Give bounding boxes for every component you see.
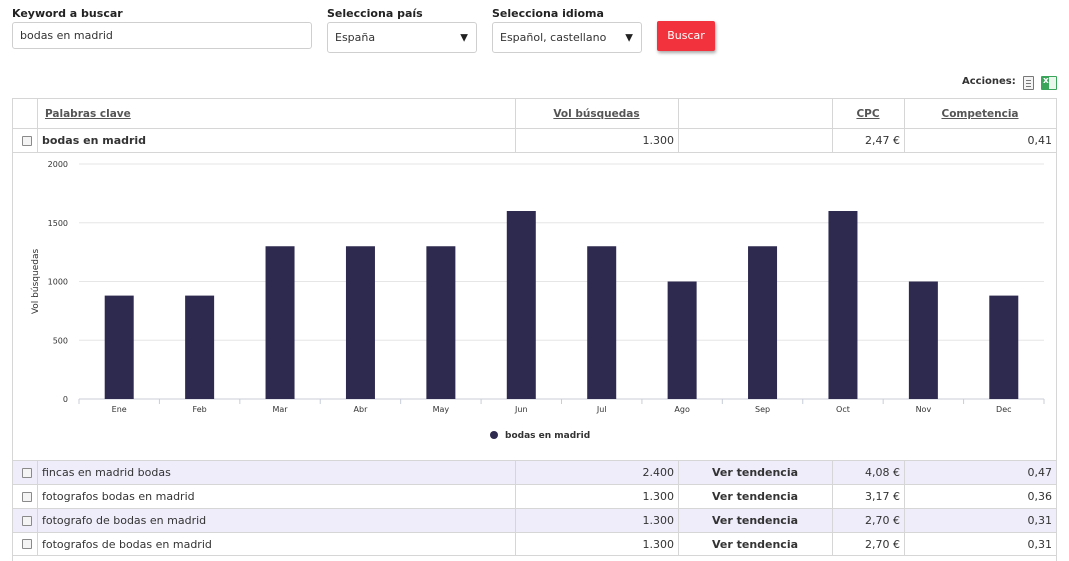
row-competition: 0,31: [1027, 514, 1053, 527]
x-tick-label: Sep: [755, 405, 770, 414]
legend-label: bodas en madrid: [505, 431, 590, 441]
x-tick-label: Ago: [674, 405, 690, 414]
row-competition: 0,31: [1027, 537, 1053, 551]
row-volume: 1.300: [642, 490, 675, 503]
x-tick-label: Mar: [272, 405, 288, 414]
y-tick-label: 500: [53, 336, 68, 345]
bar: [989, 295, 1019, 399]
chevron-down-icon: ▼: [625, 32, 633, 43]
bar: [506, 211, 536, 399]
keywords-table: Palabras clave Vol búsquedas CPC Compete…: [12, 98, 1057, 561]
bar: [104, 295, 134, 399]
row-keyword: fotografos bodas en madrid: [42, 490, 195, 503]
excel-icon[interactable]: x: [1041, 76, 1057, 90]
header-trend: [678, 99, 832, 128]
y-tick-label: 1500: [48, 219, 68, 228]
header-keywords[interactable]: Palabras clave: [45, 99, 505, 128]
table-row[interactable]: fotografos de bodas en madrid 1.300 Ver te…: [13, 532, 1056, 556]
country-selected-value: España: [335, 31, 376, 44]
country-select[interactable]: España ▼: [327, 22, 477, 53]
header-volume[interactable]: Vol búsquedas: [515, 99, 678, 128]
y-tick-label: 0: [63, 395, 68, 404]
row-cpc: 2,47 €: [865, 134, 900, 147]
row-cpc: 4,08 €: [865, 466, 900, 479]
row-trend: [678, 129, 832, 152]
x-tick-label: Ene: [112, 405, 127, 414]
row-keyword: fotografos de bodas en madrid: [42, 537, 212, 551]
bar: [667, 281, 697, 399]
language-select[interactable]: Español, castellano ▼: [492, 22, 642, 53]
table-row-expanded[interactable]: bodas en madrid 1.300 2,47 € 0,41: [13, 128, 1056, 152]
header-cpc[interactable]: CPC: [832, 99, 904, 128]
row-competition: 0,36: [1027, 490, 1053, 503]
row-checkbox[interactable]: [22, 135, 32, 146]
x-tick-label: Oct: [836, 405, 850, 414]
x-tick-label: Abr: [354, 405, 369, 414]
bar: [908, 281, 938, 399]
row-cpc: 2,70 €: [865, 537, 900, 551]
table-row[interactable]: fotografos bodas en madrid 1.300 Ver tende…: [13, 484, 1056, 508]
x-tick-label: Feb: [193, 405, 207, 414]
chevron-down-icon: ▼: [460, 32, 468, 43]
keyword-input[interactable]: bodas en madrid: [12, 22, 312, 49]
table-row[interactable]: fotografo de bodas en madrid 1.300 Ver ten…: [13, 508, 1056, 532]
language-selected-value: Español, castellano: [500, 31, 607, 44]
bar: [828, 211, 858, 399]
keyword-label: Keyword a buscar: [12, 7, 123, 20]
row-volume: 1.300: [642, 514, 675, 527]
legend-marker: [490, 431, 498, 439]
header-competition[interactable]: Competencia: [904, 99, 1056, 128]
bar: [426, 246, 456, 399]
x-tick-label: Jul: [596, 405, 607, 414]
x-tick-label: Nov: [916, 405, 932, 414]
row-competition: 0,47: [1027, 466, 1053, 479]
row-keyword: fotografo de bodas en madrid: [42, 514, 207, 527]
row-checkbox[interactable]: [22, 515, 32, 526]
row-checkbox[interactable]: [22, 467, 32, 478]
row-keyword: fincas en madrid bodas: [42, 466, 171, 479]
language-label: Selecciona idioma: [492, 7, 604, 20]
y-tick-label: 2000: [48, 160, 68, 169]
bar: [265, 246, 295, 399]
x-tick-label: May: [433, 405, 450, 414]
view-trend-link[interactable]: Ver tendencia: [678, 485, 832, 508]
bar: [185, 295, 215, 399]
bar: [587, 246, 617, 399]
row-cpc: 3,17 €: [865, 490, 900, 503]
row-checkbox[interactable]: [22, 539, 32, 549]
trend-chart: 0 500 1000 1500 2000 Vol búsquedas Ene Feb Mar Ab…: [13, 152, 1056, 461]
row-competition: 0,41: [1027, 134, 1053, 147]
row-keyword: bodas en madrid: [42, 134, 147, 147]
row-volume: 1.300: [642, 537, 675, 551]
actions-label: Acciones:: [962, 76, 1016, 87]
x-tick-label: Dec: [996, 405, 1011, 414]
country-label: Selecciona país: [327, 7, 423, 20]
bar-chart-svg: 0 500 1000 1500 2000 Vol búsquedas Ene Feb Mar Ab…: [31, 160, 1045, 441]
y-tick-label: 1000: [48, 278, 68, 287]
y-axis-label: Vol búsquedas: [31, 249, 41, 315]
table-header: Palabras clave Vol búsquedas CPC Compete…: [13, 98, 1056, 128]
view-trend-link[interactable]: Ver tendencia: [678, 533, 832, 555]
bar: [748, 246, 778, 399]
bar: [345, 246, 375, 399]
table-row[interactable]: fincas en madrid bodas 2.400 Ver tendencia…: [13, 460, 1056, 484]
view-trend-link[interactable]: Ver tendencia: [678, 461, 832, 484]
view-trend-link[interactable]: Ver tendencia: [678, 509, 832, 532]
search-button[interactable]: Buscar: [657, 21, 715, 51]
x-tick-label: Jun: [514, 405, 528, 414]
document-icon[interactable]: [1023, 76, 1034, 90]
row-volume: 1.300: [642, 134, 675, 147]
row-checkbox[interactable]: [22, 491, 32, 502]
row-volume: 2.400: [642, 466, 675, 479]
row-cpc: 2,70 €: [865, 514, 900, 527]
